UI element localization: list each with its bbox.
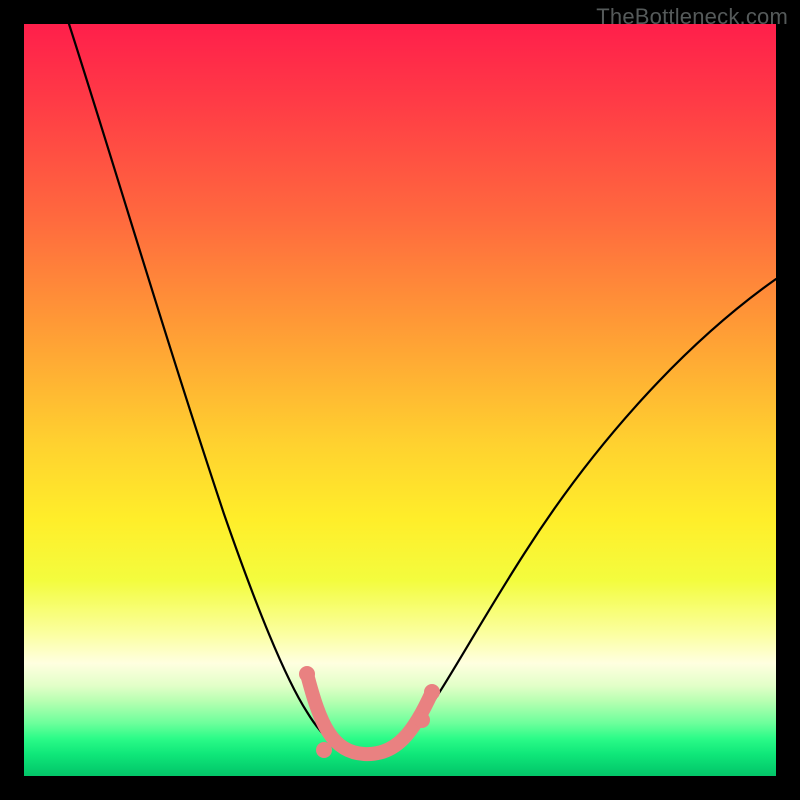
bottleneck-curve: [69, 24, 776, 754]
chart-plot-area: [24, 24, 776, 776]
highlight-near-optimal: [307, 674, 432, 754]
highlight-dot-bottom-left: [316, 742, 332, 758]
bottleneck-curve-svg: [24, 24, 776, 776]
highlight-dot-right-inner: [414, 712, 430, 728]
highlight-dot-end: [424, 684, 440, 700]
